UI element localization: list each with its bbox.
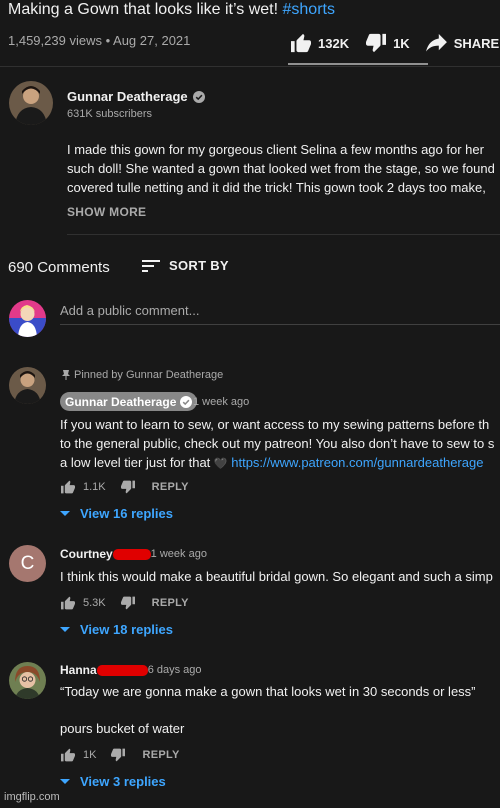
add-comment-underline [60, 324, 500, 325]
black-heart-emoji: 🖤 [213, 458, 228, 470]
description-line: such doll! She wanted a gown that looked… [67, 161, 495, 176]
video-title: Making a Gown that looks like it’s wet! … [8, 1, 335, 19]
description-line: covered tulle netting and it did the tri… [67, 180, 486, 195]
sort-icon [142, 259, 160, 272]
like-count: 132K [318, 35, 350, 51]
imgflip-watermark: imgflip.com [4, 791, 60, 803]
description-line: I made this gown for my gorgeous client … [67, 142, 484, 157]
comment-time[interactable]: 1 week ago [193, 396, 249, 408]
view-replies-label: View 3 replies [80, 774, 166, 789]
comment-actions: 1.1K REPLY [60, 480, 189, 494]
channel-avatar[interactable] [9, 81, 53, 125]
comment-time[interactable]: 6 days ago [148, 664, 202, 676]
thumbs-down-icon[interactable] [120, 596, 136, 610]
comment-author[interactable]: Courtney [60, 547, 113, 561]
comment-actions: 1K REPLY [60, 748, 180, 762]
view-replies-button[interactable]: View 18 replies [60, 622, 173, 637]
hashtag-link[interactable]: #shorts [283, 1, 335, 18]
upload-date: Aug 27, 2021 [113, 33, 191, 48]
user-avatar [9, 300, 46, 337]
thumbs-up-icon [291, 33, 311, 53]
redaction-mark [112, 548, 151, 560]
comment-avatar-image [9, 662, 46, 699]
comment-like-count: 1K [83, 749, 97, 761]
reply-button[interactable]: REPLY [152, 597, 189, 609]
verified-icon [180, 395, 193, 408]
add-comment-input[interactable]: Add a public comment... [60, 303, 199, 318]
comment-text: I think this would make a beautiful brid… [60, 569, 493, 584]
verified-icon [192, 90, 205, 103]
comment-avatar[interactable] [9, 367, 46, 404]
view-replies-button[interactable]: View 3 replies [60, 774, 166, 789]
thumbs-up-icon[interactable] [60, 480, 76, 494]
video-meta: 1,459,239 views • Aug 27, 2021 [8, 33, 190, 48]
channel-name[interactable]: Gunnar Deatherage [67, 89, 188, 104]
user-avatar-image [9, 300, 46, 337]
subscriber-count: 631K subscribers [67, 108, 152, 120]
comment-like-count: 1.1K [83, 481, 106, 493]
share-label: SHARE [453, 35, 500, 51]
redaction-mark [96, 664, 148, 676]
thumbs-down-icon [366, 33, 387, 53]
comment-line: If you want to learn to sew, or want acc… [60, 417, 490, 432]
thumbs-up-icon[interactable] [60, 596, 76, 610]
share-button[interactable]: SHARE [425, 34, 500, 52]
like-ratio-bar [288, 63, 428, 65]
chevron-down-icon [60, 778, 70, 784]
comment-line: to the general public, check out my patr… [60, 436, 495, 451]
view-replies-button[interactable]: View 16 replies [60, 506, 173, 521]
meta-separator: • [105, 33, 114, 48]
video-description: I made this gown for my gorgeous client … [67, 140, 500, 197]
comment-avatar[interactable] [9, 662, 46, 699]
show-more-button[interactable]: SHOW MORE [67, 205, 146, 219]
channel-avatar-image [9, 81, 53, 125]
comment-line-text: a low level tier just for that [60, 455, 214, 470]
channel-name-row: Gunnar Deatherage [67, 89, 205, 104]
description-divider [67, 234, 500, 235]
thumbs-up-icon[interactable] [60, 748, 76, 762]
comment-avatar-image [9, 367, 46, 404]
comments-count: 690 Comments [8, 259, 110, 276]
view-replies-label: View 18 replies [80, 622, 173, 637]
comment-avatar[interactable]: C [9, 545, 46, 582]
top-divider [0, 66, 500, 67]
video-title-text: Making a Gown that looks like it’s wet! [8, 1, 279, 18]
comment-header: Courtney 1 week ago [60, 547, 207, 561]
pin-icon [62, 370, 70, 380]
patreon-link[interactable]: https://www.patreon.com/gunnardeatherage [231, 455, 483, 470]
sort-button[interactable]: SORT BY [142, 258, 229, 273]
comment-author: Gunnar Deatherage [65, 394, 177, 409]
comment-like-count: 5.3K [83, 597, 106, 609]
avatar-letter: C [20, 552, 35, 574]
dislike-count: 1K [393, 35, 410, 51]
reply-button[interactable]: REPLY [142, 749, 179, 761]
view-count: 1,459,239 views [8, 33, 102, 48]
dislike-button[interactable]: 1K [365, 33, 410, 53]
comment-line-last: a low level tier just for that 🖤 https:/… [60, 453, 494, 474]
comment-actions: 5.3K REPLY [60, 596, 189, 610]
thumbs-down-icon[interactable] [120, 480, 136, 494]
reply-button[interactable]: REPLY [152, 481, 189, 493]
sort-label: SORT BY [169, 258, 229, 273]
comment-text: If you want to learn to sew, or want acc… [60, 415, 494, 474]
comment-author[interactable]: Hanna [60, 663, 97, 677]
comment-header: Hanna 6 days ago [60, 663, 202, 677]
creator-author-badge[interactable]: Gunnar Deatherage [60, 392, 198, 411]
pinned-text: Pinned by Gunnar Deatherage [74, 369, 224, 381]
comment-text: “Today we are gonna make a gown that loo… [60, 684, 476, 699]
view-replies-label: View 16 replies [80, 506, 173, 521]
chevron-down-icon [60, 626, 70, 632]
share-icon [425, 34, 447, 52]
video-actions: 132K 1K SHARE [290, 33, 500, 53]
thumbs-down-icon[interactable] [110, 748, 126, 762]
comment-time[interactable]: 1 week ago [151, 548, 207, 560]
chevron-down-icon [60, 510, 70, 516]
comment-text-line2: pours bucket of water [60, 721, 185, 736]
like-button[interactable]: 132K [290, 33, 349, 53]
pinned-label: Pinned by Gunnar Deatherage [62, 369, 223, 381]
